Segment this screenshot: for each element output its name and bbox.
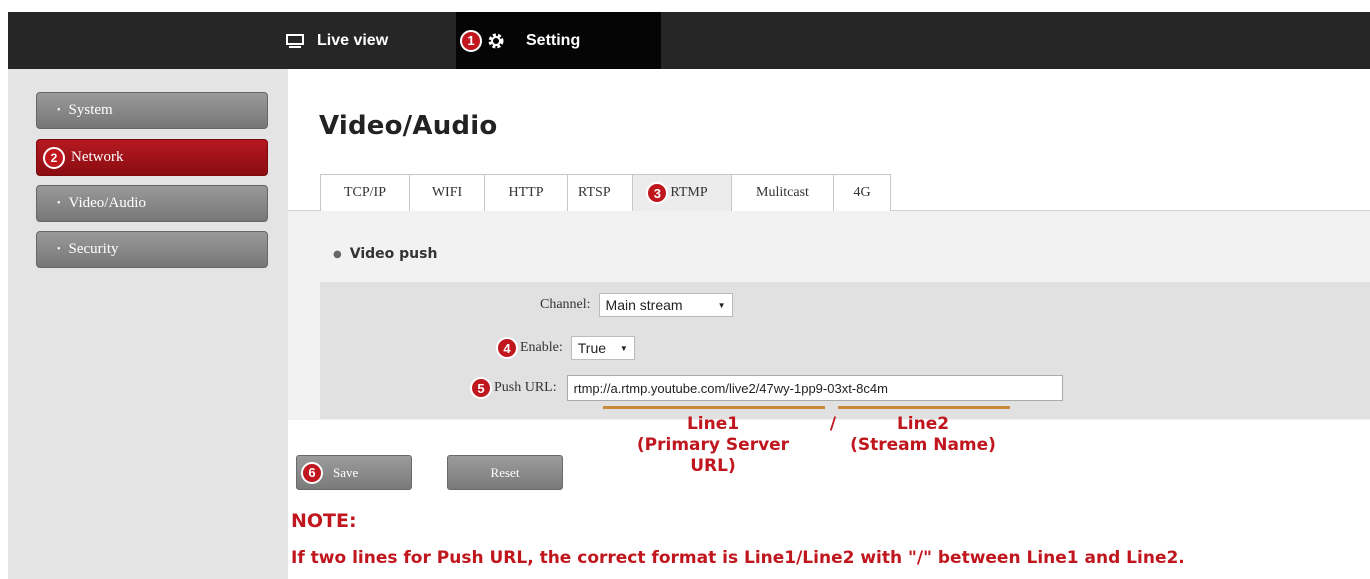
push-url-row: 5 Push URL: rtmp://a.rtmp.youtube.com/li… — [470, 375, 1063, 401]
nav-live-view-label: Live view — [317, 31, 389, 49]
line2-title: Line2 — [896, 414, 950, 434]
tab-rtsp[interactable]: RTSP — [567, 174, 633, 211]
enable-label: Enable: — [520, 340, 563, 355]
nav-setting-label: Setting — [526, 31, 581, 49]
note-title: NOTE: — [291, 510, 357, 532]
tab-wifi[interactable]: WIFI — [409, 174, 485, 211]
bullet-icon: • — [57, 198, 61, 209]
push-url-label: Push URL: — [494, 380, 557, 395]
nav-setting[interactable]: 1 Setting — [456, 12, 661, 69]
save-label: Save — [333, 464, 359, 480]
push-url-input[interactable]: rtmp://a.rtmp.youtube.com/live2/47wy-1pp… — [566, 375, 1063, 401]
reset-button[interactable]: Reset — [447, 455, 563, 490]
line2-subtitle: (Stream Name) — [850, 435, 996, 455]
sidebar-item-security[interactable]: • Security — [36, 231, 268, 268]
save-button[interactable]: 6 Save — [296, 455, 412, 490]
push-url-value: rtmp://a.rtmp.youtube.com/live2/47wy-1pp… — [573, 380, 888, 396]
sidebar-item-label: Security — [68, 241, 119, 257]
channel-select[interactable]: Main stream ▼ — [598, 293, 733, 317]
step-marker-3: 3 — [646, 182, 669, 204]
tab-4g[interactable]: 4G — [833, 174, 891, 211]
sidebar: • System 2 Network • Video/Audio • Secur… — [8, 69, 288, 579]
channel-value: Main stream — [605, 297, 683, 313]
nav-live-view[interactable]: Live view — [286, 12, 388, 69]
page-title: Video/Audio — [319, 111, 498, 141]
bullet-icon: • — [57, 244, 61, 255]
slash-annotation: / — [829, 414, 837, 434]
note-text: If two lines for Push URL, the correct f… — [291, 548, 1185, 568]
tab-rtmp-label: RTMP — [670, 185, 708, 200]
sidebar-item-network[interactable]: 2 Network — [36, 139, 268, 176]
step-marker-5: 5 — [470, 377, 492, 399]
line2-annotation: Line2 (Stream Name) — [848, 414, 998, 456]
sidebar-item-label: Video/Audio — [68, 195, 146, 211]
line1-title: Line1 — [686, 414, 740, 434]
section-title: Video push — [349, 246, 438, 262]
step-marker-4: 4 — [496, 337, 518, 359]
tab-tcp-ip[interactable]: TCP/IP — [320, 174, 410, 211]
enable-row: 4 Enable: True ▼ — [496, 336, 635, 360]
step-marker-6: 6 — [301, 461, 323, 484]
enable-value: True — [577, 340, 607, 356]
bullet-icon: • — [57, 105, 61, 116]
tab-rtmp[interactable]: 3 RTMP — [632, 174, 732, 211]
dropdown-arrow-icon: ▼ — [717, 300, 726, 310]
gear-icon — [488, 33, 504, 48]
sidebar-item-label: Network — [71, 149, 124, 165]
line1-subtitle: (Primary Server URL) — [636, 435, 790, 476]
step-marker-1: 1 — [460, 29, 482, 52]
main-content: Video/Audio TCP/IP WIFI HTTP RTSP 3 RTMP… — [288, 69, 1370, 579]
tab-multicast[interactable]: Mulitcast — [731, 174, 834, 211]
sidebar-item-system[interactable]: • System — [36, 92, 268, 129]
step-marker-2: 2 — [43, 146, 65, 169]
channel-label: Channel: — [540, 297, 591, 312]
enable-select[interactable]: True ▼ — [570, 336, 635, 360]
channel-row: Channel: Main stream ▼ — [540, 293, 733, 317]
line2-underline — [838, 406, 1010, 409]
bullet-icon: ● — [333, 248, 342, 260]
top-navigation-bar: Live view 1 Setting — [8, 12, 1370, 69]
line1-underline — [603, 406, 825, 409]
section-header: ● Video push — [333, 246, 437, 262]
dropdown-arrow-icon: ▼ — [619, 343, 628, 353]
sidebar-item-label: System — [68, 102, 113, 118]
monitor-icon — [286, 33, 304, 48]
sidebar-item-video-audio[interactable]: • Video/Audio — [36, 185, 268, 222]
line1-annotation: Line1 (Primary Server URL) — [613, 414, 813, 477]
tab-http[interactable]: HTTP — [484, 174, 568, 211]
